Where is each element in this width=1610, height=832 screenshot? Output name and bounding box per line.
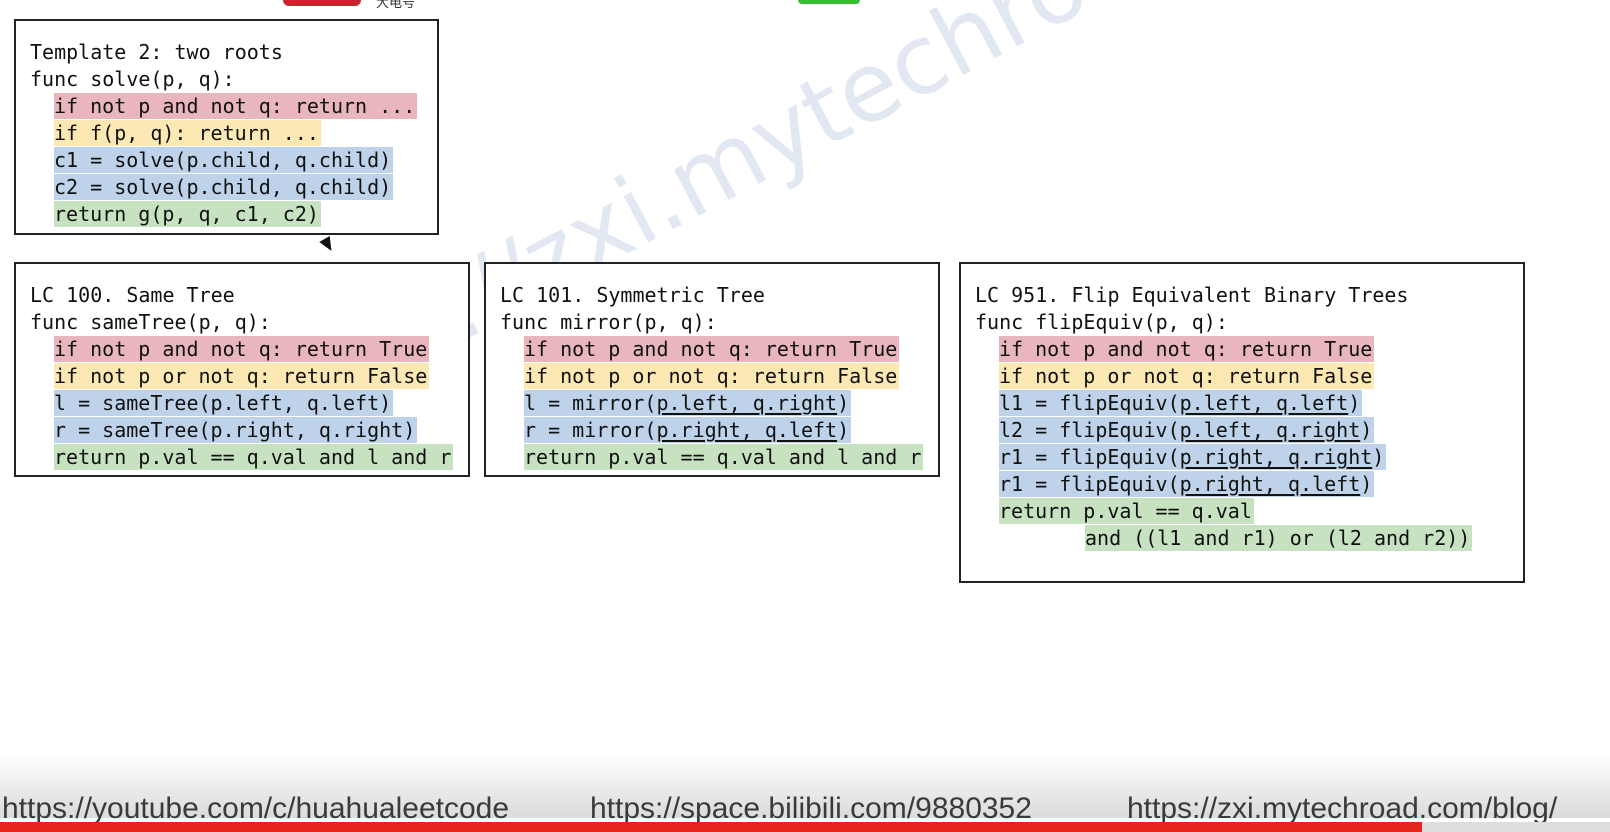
lc101-func: func mirror(p, q):: [500, 310, 717, 334]
top-green-tab: [798, 0, 860, 4]
top-red-tab: [283, 0, 361, 6]
template-title: Template 2: two roots: [30, 40, 283, 64]
template-line-3: c1 = solve(p.child, q.child): [54, 147, 394, 173]
template-line-5: return g(p, q, c1, c2): [54, 201, 321, 227]
lc100-line-1: if not p and not q: return True: [54, 336, 430, 362]
lc951-line-3: l1 = flipEquiv(p.left, q.left): [999, 390, 1363, 416]
lc100-box: LC 100. Same Tree func sameTree(p, q): i…: [14, 262, 470, 477]
top-bar: 大电号: [0, 0, 1610, 14]
lc101-title: LC 101. Symmetric Tree: [500, 283, 765, 307]
lc100-title: LC 100. Same Tree: [30, 283, 235, 307]
lc951-line-2: if not p or not q: return False: [999, 363, 1375, 389]
lc101-line-3: l = mirror(p.left, q.right): [524, 390, 852, 416]
lc951-line-8: and ((l1 and r1) or (l2 and r2)): [1085, 525, 1473, 551]
lc951-box: LC 951. Flip Equivalent Binary Trees fun…: [959, 262, 1525, 583]
top-label: 大电号: [376, 0, 416, 11]
lc951-line-4: l2 = flipEquiv(p.left, q.right): [999, 417, 1375, 443]
template-line-2: if f(p, q): return ...: [54, 120, 321, 146]
template-line-1: if not p and not q: return ...: [54, 93, 418, 119]
lc101-line-2: if not p or not q: return False: [524, 363, 900, 389]
lc100-func: func sameTree(p, q):: [30, 310, 271, 334]
lc951-line-1: if not p and not q: return True: [999, 336, 1375, 362]
template-func: func solve(p, q):: [30, 67, 235, 91]
lc951-func: func flipEquiv(p, q):: [975, 310, 1228, 334]
lc100-line-2: if not p or not q: return False: [54, 363, 430, 389]
lc101-line-5: return p.val == q.val and l and r: [524, 444, 924, 470]
bilibili-url: https://space.bilibili.com/9880352: [590, 792, 1032, 825]
lc101-line-1: if not p and not q: return True: [524, 336, 900, 362]
lc951-line-6: r1 = flipEquiv(p.right, q.left): [999, 471, 1375, 497]
lc951-title: LC 951. Flip Equivalent Binary Trees: [975, 283, 1409, 307]
lc951-line-7: return p.val == q.val: [999, 498, 1254, 524]
youtube-url: https://youtube.com/c/huahualeetcode: [2, 792, 510, 825]
lc101-line-4: r = mirror(p.right, q.left): [524, 417, 852, 443]
lc951-line-5: r1 = flipEquiv(p.right, q.right): [999, 444, 1387, 470]
lc100-line-5: return p.val == q.val and l and r: [54, 444, 454, 470]
blog-url: https://zxi.mytechroad.com/blog/: [1127, 792, 1558, 825]
mouse-cursor-icon: [319, 235, 337, 255]
video-progress-fill[interactable]: [0, 822, 1422, 832]
template-line-4: c2 = solve(p.child, q.child): [54, 174, 394, 200]
lc100-line-3: l = sameTree(p.left, q.left): [54, 390, 394, 416]
lc100-line-4: r = sameTree(p.right, q.right): [54, 417, 418, 443]
template-box: Template 2: two roots func solve(p, q): …: [14, 19, 439, 235]
lc101-box: LC 101. Symmetric Tree func mirror(p, q)…: [484, 262, 940, 477]
